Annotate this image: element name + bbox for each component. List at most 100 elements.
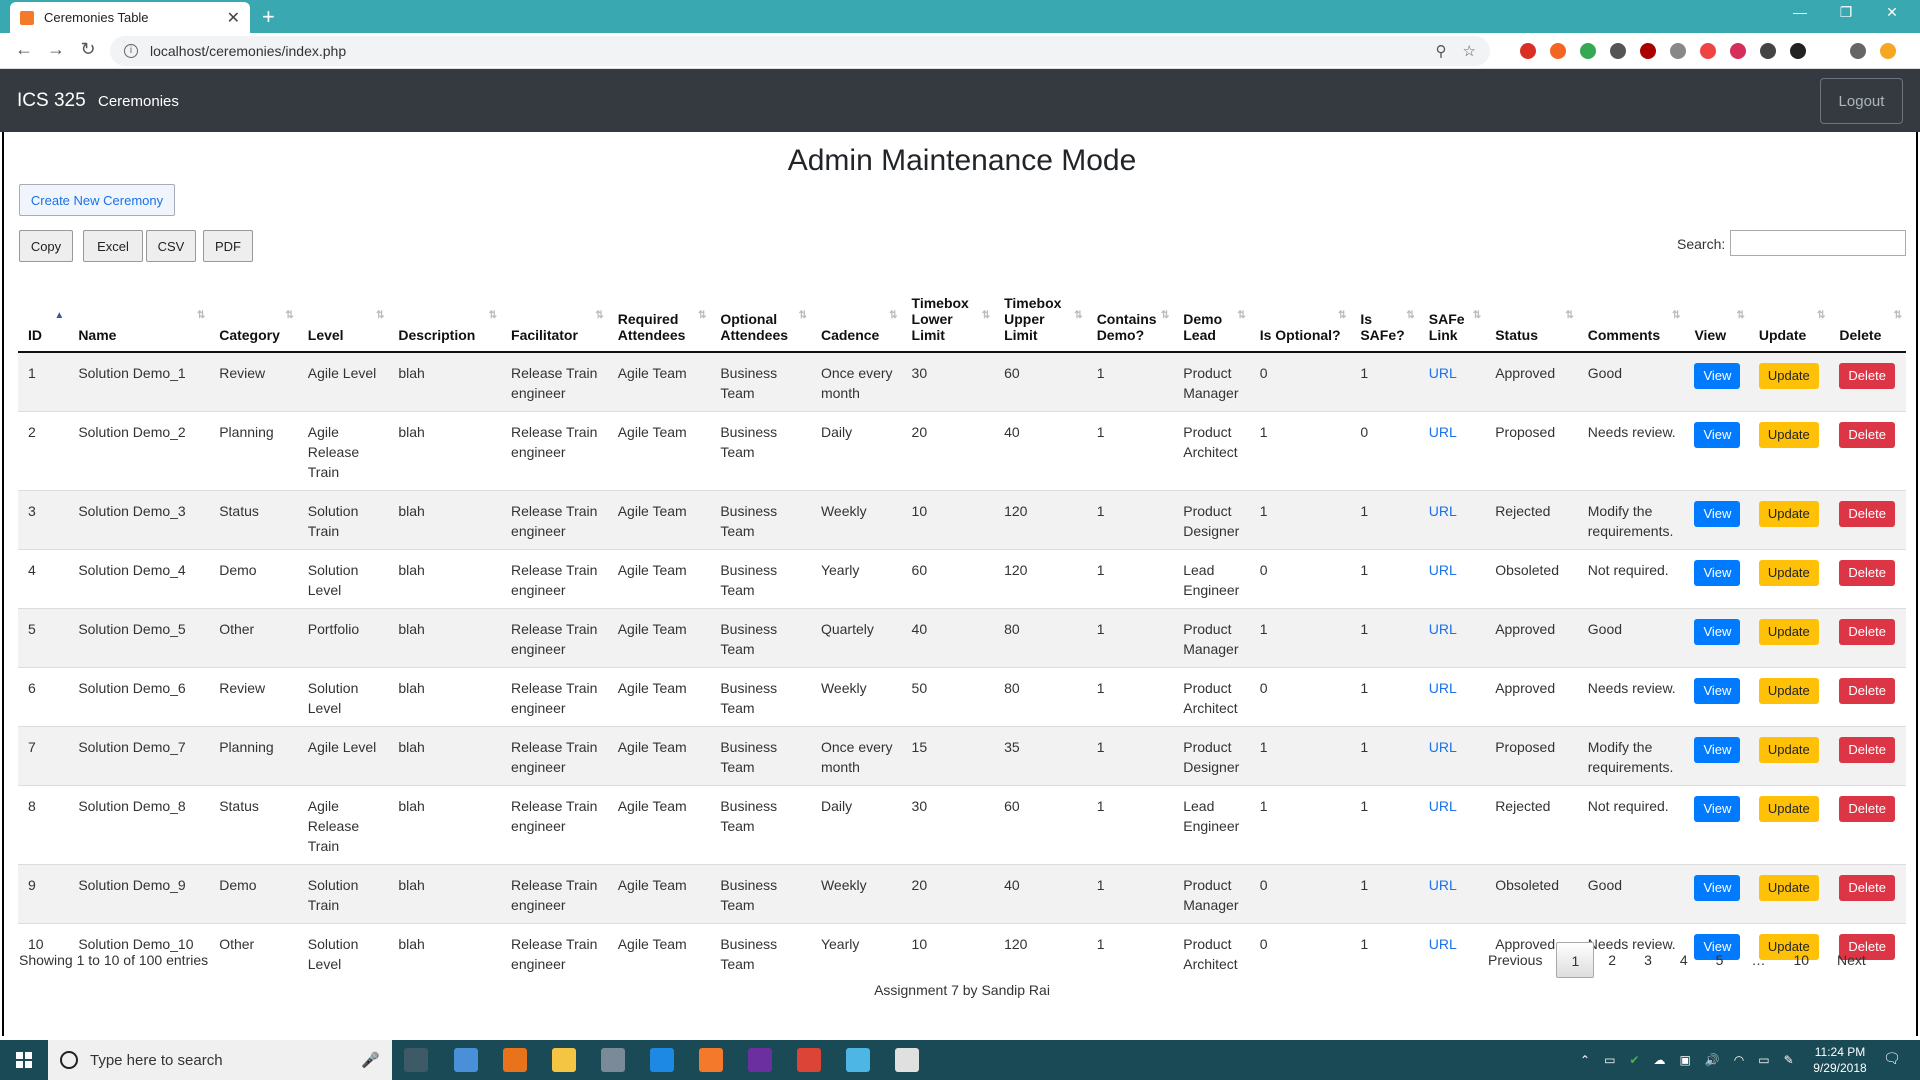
network-app-icon[interactable]	[454, 1048, 478, 1072]
calculator-app-icon[interactable]	[503, 1048, 527, 1072]
tray-check-icon[interactable]: ✔	[1629, 1053, 1639, 1067]
extension-ublock-icon[interactable]	[1640, 43, 1656, 59]
reload-icon[interactable]: ↻	[76, 39, 100, 60]
delete-button[interactable]: Delete	[1839, 875, 1895, 901]
logout-button[interactable]: Logout	[1820, 78, 1903, 124]
extension-grammarly-icon[interactable]	[1580, 43, 1596, 59]
start-button[interactable]	[0, 1040, 48, 1080]
view-button[interactable]: View	[1694, 422, 1741, 448]
close-tab-icon[interactable]: ✕	[227, 8, 240, 28]
edge-browser-icon[interactable]	[650, 1048, 674, 1072]
forward-icon[interactable]: →	[44, 39, 68, 60]
pagination-page-3[interactable]: 3	[1630, 942, 1666, 978]
battery-icon[interactable]: ▭	[1758, 1053, 1769, 1067]
extension-edit-icon[interactable]	[1700, 43, 1716, 59]
notepad-app-icon[interactable]	[846, 1048, 870, 1072]
browser-tab[interactable]: Ceremonies Table ✕	[10, 2, 250, 33]
xampp-app-icon[interactable]	[699, 1048, 723, 1072]
update-button[interactable]: Update	[1758, 678, 1819, 704]
update-button[interactable]: Update	[1758, 875, 1819, 901]
column-header[interactable]: Status ⇅	[1485, 282, 1578, 353]
column-header[interactable]: Contains Demo? ⇅	[1086, 282, 1174, 353]
taskbar-search-box[interactable]: Type here to search 🎤	[48, 1040, 392, 1080]
volume-icon[interactable]: 🔊	[1705, 1053, 1720, 1067]
photos-app-icon[interactable]	[895, 1048, 919, 1072]
update-button[interactable]: Update	[1758, 560, 1819, 586]
pagination-previous[interactable]: Previous	[1474, 942, 1556, 978]
close-window-icon[interactable]: ✕	[1872, 4, 1912, 21]
taskbar-clock[interactable]: 11:24 PM 9/29/2018	[1805, 1044, 1875, 1076]
view-button[interactable]: View	[1694, 501, 1741, 527]
extension-camera-icon[interactable]	[1670, 43, 1686, 59]
pagination-page-10[interactable]: 10	[1779, 942, 1823, 978]
extension-pocket-icon[interactable]	[1760, 43, 1776, 59]
copy-button[interactable]: Copy	[19, 230, 73, 262]
column-header[interactable]: Is Optional? ⇅	[1249, 282, 1351, 353]
pdf-button[interactable]: PDF	[203, 230, 253, 262]
update-button[interactable]: Update	[1758, 501, 1819, 527]
microphone-icon[interactable]: 🎤	[361, 1051, 380, 1069]
column-header[interactable]: Description ⇅	[388, 282, 502, 353]
update-button[interactable]: Update	[1758, 422, 1819, 448]
excel-button[interactable]: Excel	[83, 230, 143, 262]
restore-icon[interactable]: ❐	[1826, 4, 1866, 21]
view-button[interactable]: View	[1694, 363, 1741, 389]
phpstorm-app-icon[interactable]	[748, 1048, 772, 1072]
pagination-page-4[interactable]: 4	[1666, 942, 1702, 978]
update-button[interactable]: Update	[1758, 619, 1819, 645]
wifi-icon[interactable]: ◠	[1734, 1053, 1744, 1067]
column-header[interactable]: Optional Attendees ⇅	[710, 282, 811, 353]
update-button[interactable]: Update	[1758, 796, 1819, 822]
file-explorer-icon[interactable]	[552, 1048, 576, 1072]
extension-dark-icon[interactable]	[1790, 43, 1806, 59]
column-header[interactable]: Required Attendees ⇅	[607, 282, 711, 353]
column-header[interactable]: Name ⇅	[68, 282, 210, 353]
extension-formula-icon[interactable]	[1610, 43, 1626, 59]
safe-link[interactable]: URL	[1429, 503, 1457, 519]
safe-link[interactable]: URL	[1429, 936, 1457, 952]
zoom-icon[interactable]: ⚲	[1436, 42, 1447, 60]
delete-button[interactable]: Delete	[1839, 796, 1895, 822]
tray-app-icon[interactable]: ▣	[1679, 1053, 1690, 1067]
column-header[interactable]: Cadence ⇅	[810, 282, 902, 353]
delete-button[interactable]: Delete	[1839, 678, 1895, 704]
extension-block-icon[interactable]	[1520, 43, 1536, 59]
safe-link[interactable]: URL	[1429, 798, 1457, 814]
view-button[interactable]: View	[1694, 796, 1741, 822]
safe-link[interactable]: URL	[1429, 877, 1457, 893]
nav-link-ceremonies[interactable]: Ceremonies	[98, 93, 179, 110]
column-header[interactable]: Category ⇅	[209, 282, 298, 353]
view-button[interactable]: View	[1694, 737, 1741, 763]
column-header[interactable]: Level ⇅	[297, 282, 389, 353]
column-header[interactable]: Comments ⇅	[1577, 282, 1685, 353]
column-header[interactable]: Facilitator ⇅	[501, 282, 608, 353]
view-button[interactable]: View	[1694, 678, 1741, 704]
pen-icon[interactable]: ✎	[1784, 1053, 1794, 1067]
pagination-next[interactable]: Next	[1823, 942, 1880, 978]
view-button[interactable]: View	[1694, 619, 1741, 645]
column-header[interactable]: Delete ⇅	[1829, 282, 1906, 353]
onedrive-icon[interactable]: ☁	[1653, 1053, 1665, 1067]
minimize-icon[interactable]: —	[1780, 4, 1820, 20]
column-header[interactable]: Is SAFe? ⇅	[1350, 282, 1419, 353]
navbar-brand[interactable]: ICS 325	[17, 90, 86, 112]
view-button[interactable]: View	[1694, 875, 1741, 901]
address-bar[interactable]: i localhost/ceremonies/index.php ⚲ ☆	[110, 36, 1490, 66]
create-new-ceremony-button[interactable]: Create New Ceremony	[19, 184, 175, 216]
delete-button[interactable]: Delete	[1839, 737, 1895, 763]
chrome-app-icon[interactable]	[797, 1048, 821, 1072]
column-header[interactable]: Demo Lead ⇅	[1173, 282, 1250, 353]
column-header[interactable]: View ⇅	[1684, 282, 1749, 353]
update-button[interactable]: Update	[1758, 737, 1819, 763]
bookmark-star-icon[interactable]: ☆	[1463, 42, 1476, 60]
safe-link[interactable]: URL	[1429, 739, 1457, 755]
delete-button[interactable]: Delete	[1839, 501, 1895, 527]
column-header[interactable]: Timebox Upper Limit ⇅	[994, 282, 1087, 353]
safe-link[interactable]: URL	[1429, 424, 1457, 440]
update-button[interactable]: Update	[1758, 363, 1819, 389]
new-tab-icon[interactable]: +	[262, 4, 275, 30]
printer-app-icon[interactable]	[601, 1048, 625, 1072]
safe-link[interactable]: URL	[1429, 621, 1457, 637]
safe-link[interactable]: URL	[1429, 365, 1457, 381]
extension-pinterest-icon[interactable]	[1730, 43, 1746, 59]
